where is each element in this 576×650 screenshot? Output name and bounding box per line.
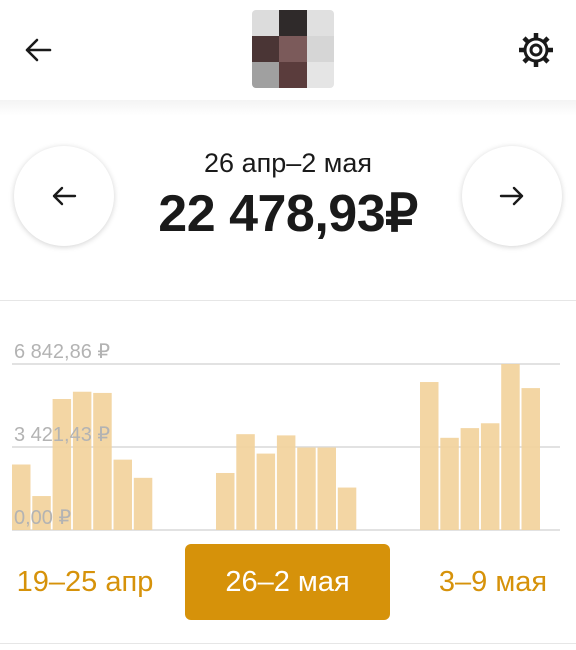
bar (297, 447, 316, 530)
avatar-pixel (252, 62, 280, 88)
bar (420, 382, 439, 530)
gear-icon (519, 33, 553, 67)
avatar-pixel (306, 62, 334, 88)
period-navigator: 26 апр–2 мая 22 478,93₽ (0, 118, 576, 298)
week-selector: 19–25 апр 26–2 мая 3–9 мая (0, 540, 576, 630)
settings-button[interactable] (512, 28, 560, 72)
avatar-pixel (279, 10, 307, 36)
avatar[interactable] (252, 10, 334, 88)
bar (72, 391, 92, 530)
arrow-left-icon (25, 38, 52, 62)
bar (480, 423, 500, 530)
avatar-pixel (279, 36, 307, 62)
bar (276, 435, 296, 530)
period-range-label: 26 апр–2 мая (204, 148, 372, 178)
avatar-pixel (306, 36, 334, 62)
back-button[interactable] (14, 28, 62, 72)
period-total-amount: 22 478,93₽ (158, 185, 418, 243)
arrow-right-icon (499, 186, 524, 206)
avatar-pixel (306, 10, 334, 36)
bar-chart-svg: 6 842,86 ₽ 3 421,43 ₽ 0,00 ₽ (12, 341, 560, 531)
avatar-pixel (252, 36, 280, 62)
bar (337, 487, 357, 530)
next-week-button[interactable] (462, 146, 562, 246)
week-tab-2-selected[interactable]: 26–2 мая (185, 544, 390, 620)
bar (460, 428, 480, 530)
y-tick-label: 0,00 ₽ (14, 507, 71, 529)
bar (256, 453, 276, 530)
week-tab-1[interactable]: 19–25 апр (0, 544, 170, 620)
bar (440, 437, 459, 530)
avatar-pixel (252, 10, 280, 36)
arrow-left-icon (52, 186, 77, 206)
y-tick-label: 3 421,43 ₽ (14, 424, 110, 446)
bar (521, 388, 540, 530)
weekly-bar-chart[interactable]: 6 842,86 ₽ 3 421,43 ₽ 0,00 ₽ (0, 300, 576, 540)
bar (93, 392, 112, 530)
week-tab-3[interactable]: 3–9 мая (410, 544, 576, 620)
top-bar (0, 0, 576, 100)
bar (113, 459, 132, 530)
bar (317, 447, 336, 530)
avatar-pixel (279, 62, 307, 88)
bar (216, 472, 235, 530)
bar (236, 434, 255, 530)
previous-week-button[interactable] (14, 146, 114, 246)
bar (501, 364, 520, 530)
y-tick-label: 6 842,86 ₽ (14, 341, 110, 363)
bar (133, 477, 153, 530)
header-shadow (0, 100, 576, 116)
bottom-divider (0, 643, 576, 644)
